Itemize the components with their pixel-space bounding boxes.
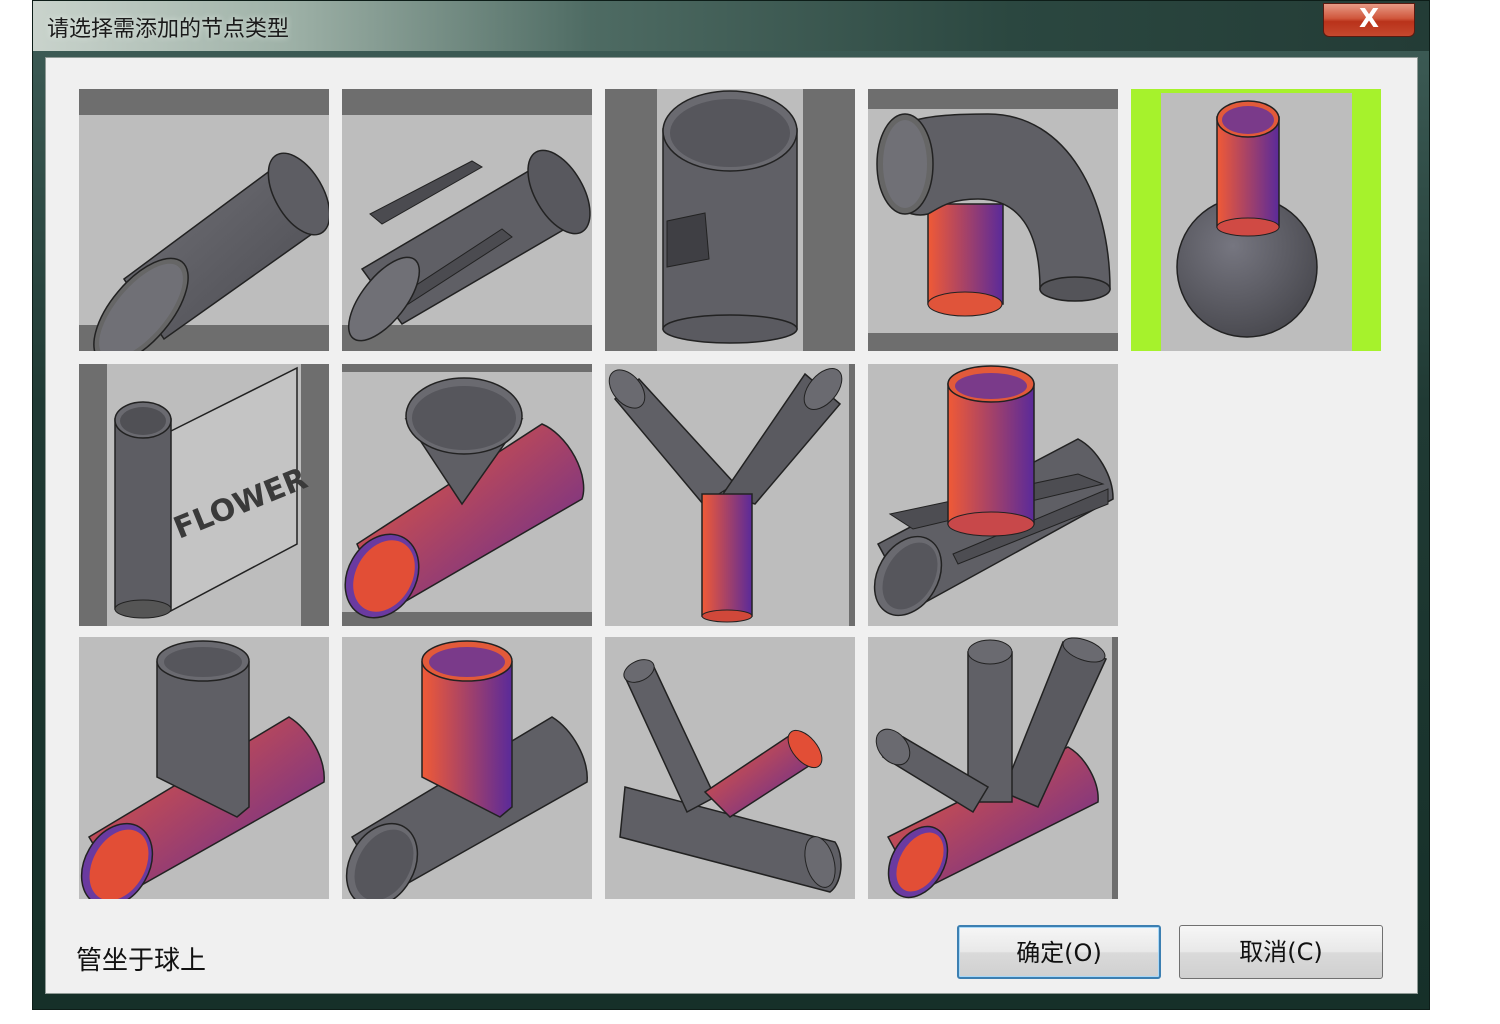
selected-type-label: 管坐于球上 — [76, 946, 207, 976]
dialog-title: 请选择需添加的节点类型 — [47, 17, 290, 42]
k-joint-icon — [619, 659, 842, 893]
pipe-with-hole-icon — [605, 89, 855, 351]
node-tile-multi-branch[interactable] — [868, 637, 1118, 899]
t-joint-colored-branch-icon — [345, 640, 588, 899]
node-tile-y-branch[interactable] — [605, 364, 855, 626]
pipe-on-ball-icon — [1131, 89, 1381, 351]
multi-branch-joint-icon — [875, 637, 1118, 899]
y-branch-joint-icon — [608, 364, 855, 626]
title-bar[interactable]: 请选择需添加的节点类型 X — [33, 1, 1429, 51]
node-tile-pipe-on-plate-over-pipe[interactable] — [868, 364, 1118, 626]
close-icon: X — [1358, 4, 1380, 34]
ok-button[interactable]: 确定(O) — [957, 925, 1161, 979]
node-tile-slotted-pipe[interactable] — [342, 89, 592, 351]
pipe-on-plate-over-pipe-icon — [873, 365, 1114, 617]
elbow-pipe-joint-icon — [868, 89, 1118, 351]
oblique-cut-pipe-icon — [79, 89, 329, 351]
node-tile-pipe-on-plate[interactable]: FLOWER — [79, 364, 329, 626]
dialog-client-area: FLOWER 管坐于球上 确定(O) 取消(C) — [45, 57, 1418, 994]
cancel-button[interactable]: 取消(C) — [1179, 925, 1383, 979]
pipe-on-plate-icon: FLOWER — [79, 364, 329, 626]
node-tile-k-joint[interactable] — [605, 637, 855, 899]
node-tile-cone-on-pipe[interactable] — [342, 364, 592, 626]
cone-on-pipe-icon — [342, 364, 592, 626]
close-button[interactable]: X — [1323, 3, 1415, 37]
node-tile-t-joint-colored-branch[interactable] — [342, 637, 592, 899]
node-tile-pipe-with-hole[interactable] — [605, 89, 855, 351]
t-joint-gray-branch-icon — [80, 640, 325, 899]
slotted-pipe-icon — [342, 89, 592, 351]
node-tile-t-joint-gray-branch[interactable] — [79, 637, 329, 899]
node-type-dialog: 请选择需添加的节点类型 X FLOWER 管坐于球上 确定(O) 取消(C) — [32, 0, 1430, 1010]
node-tile-elbow-pipe[interactable] — [868, 89, 1118, 351]
node-tile-oblique-cut-pipe[interactable] — [79, 89, 329, 351]
node-tile-pipe-on-ball[interactable] — [1131, 89, 1381, 351]
